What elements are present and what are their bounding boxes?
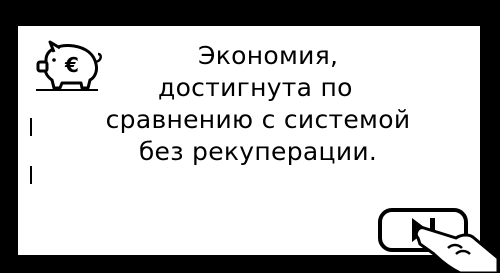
- device-frame: € Экономия, достигнута по сравнению с си…: [0, 0, 500, 273]
- savings-message: Экономия, достигнута по сравнению с сист…: [38, 40, 478, 168]
- message-line-1: Экономия,: [198, 41, 339, 70]
- scroll-indicator-top: [30, 118, 32, 136]
- scroll-indicator-bottom: [30, 166, 32, 184]
- message-line-4: без рекуперации.: [138, 137, 378, 166]
- message-line-2: достигнута по: [158, 73, 353, 102]
- hand-pointer-icon: [414, 226, 500, 273]
- message-line-3: сравнению с системой: [105, 105, 411, 134]
